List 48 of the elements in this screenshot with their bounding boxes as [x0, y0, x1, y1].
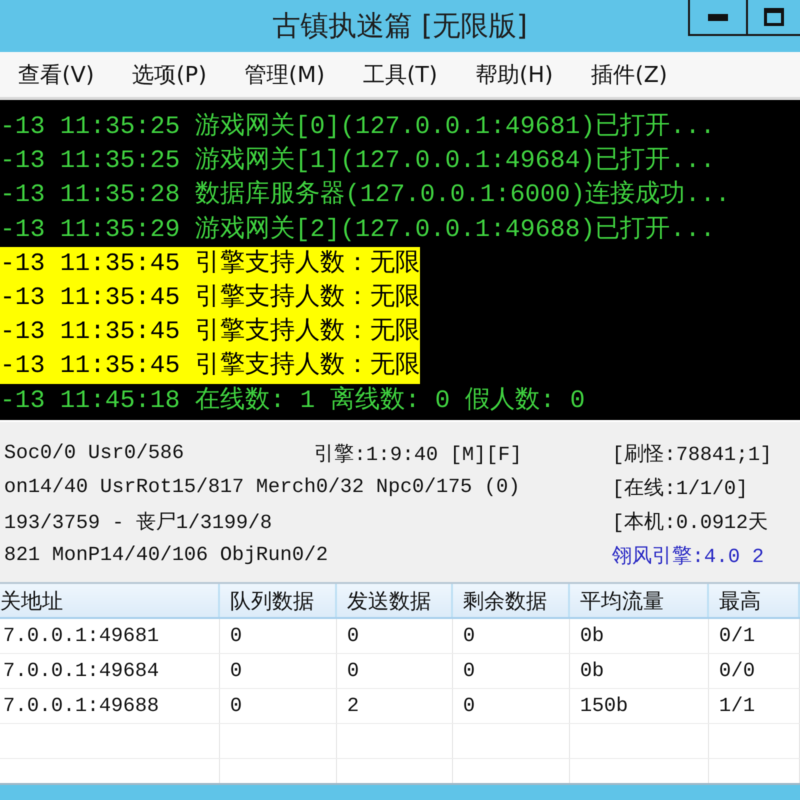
table-cell: 0b [570, 619, 709, 653]
column-header[interactable]: 剩余数据 [453, 584, 570, 617]
log-line: -13 11:35:28 数据库服务器(127.0.0.1:6000)连接成功... [0, 179, 730, 212]
table-cell: 0 [453, 654, 570, 688]
log-line: -13 11:35:29 游戏网关[2](127.0.0.1:49688)已打开... [0, 214, 716, 246]
log-line: -13 11:45:18 在线数: 1 离线数: 0 假人数: 0 [0, 384, 586, 416]
status-text: 821 MonP14/40/106 ObjRun0/2 [4, 544, 328, 566]
minimize-icon [708, 14, 728, 20]
table-cell: 0 [220, 619, 337, 653]
engine-version-text: 翎风引擎:4.0 2 [612, 544, 764, 568]
table-cell: 7.0.0.1:49688 [0, 689, 220, 723]
table-cell: 0 [220, 689, 337, 723]
menu-item[interactable]: 选项(P) [128, 58, 211, 92]
table-cell: 0b [570, 654, 709, 688]
table-cell: 0/0 [709, 654, 800, 688]
menu-item[interactable]: 管理(M) [240, 58, 329, 92]
menu-item[interactable]: 查看(V) [14, 58, 98, 92]
table-cell: 0 [220, 654, 337, 688]
menu-item[interactable]: 帮助(H) [471, 58, 558, 92]
table-cell: 0 [453, 689, 570, 723]
log-line: -13 11:35:25 游戏网关[1](127.0.0.1:49684)已打开... [0, 145, 716, 178]
table-cell: 0/1 [709, 619, 800, 653]
table-cell: 7.0.0.1:49684 [0, 654, 220, 688]
table-cell: 7.0.0.1:49681 [0, 619, 220, 653]
status-text: 193/3759 - 丧尸1/3199/8 [4, 510, 272, 534]
table-cell: 0 [337, 654, 453, 688]
status-text: [在线:1/1/0] [612, 476, 748, 500]
column-header[interactable]: 队列数据 [220, 584, 337, 617]
column-header[interactable]: 最高 [709, 584, 800, 617]
status-text: [本机:0.0912天 [612, 510, 768, 534]
table-cell: 1/1 [709, 689, 800, 723]
menu-item[interactable]: 工具(T) [358, 58, 442, 92]
log-line: -13 11:35:25 游戏网关[0](127.0.0.1:49681)已打开... [0, 111, 716, 143]
menu-item[interactable]: 插件(Z) [587, 58, 672, 92]
column-header[interactable]: 发送数据 [337, 584, 453, 617]
engine-time-text: 引擎:1:9:40 [M][F] [314, 442, 522, 466]
status-text: on14/40 UsrRot15/817 Merch0/32 Npc0/175 (0) [4, 476, 520, 498]
status-text: [刷怪:78841;1] [612, 442, 772, 466]
table-cell: 2 [337, 689, 453, 723]
status-text: Soc0/0 Usr0/586 [4, 442, 184, 464]
column-header[interactable]: 平均流量 [570, 584, 709, 617]
minimize-button[interactable] [688, 0, 748, 36]
column-header[interactable]: 关地址 [0, 584, 220, 617]
maximize-icon [764, 8, 784, 26]
table-cell: 0 [453, 619, 570, 653]
window-title: 古镇执迷篇 [无限版] [272, 8, 528, 44]
table-cell: 0 [337, 619, 453, 653]
table-cell: 150b [570, 689, 709, 723]
